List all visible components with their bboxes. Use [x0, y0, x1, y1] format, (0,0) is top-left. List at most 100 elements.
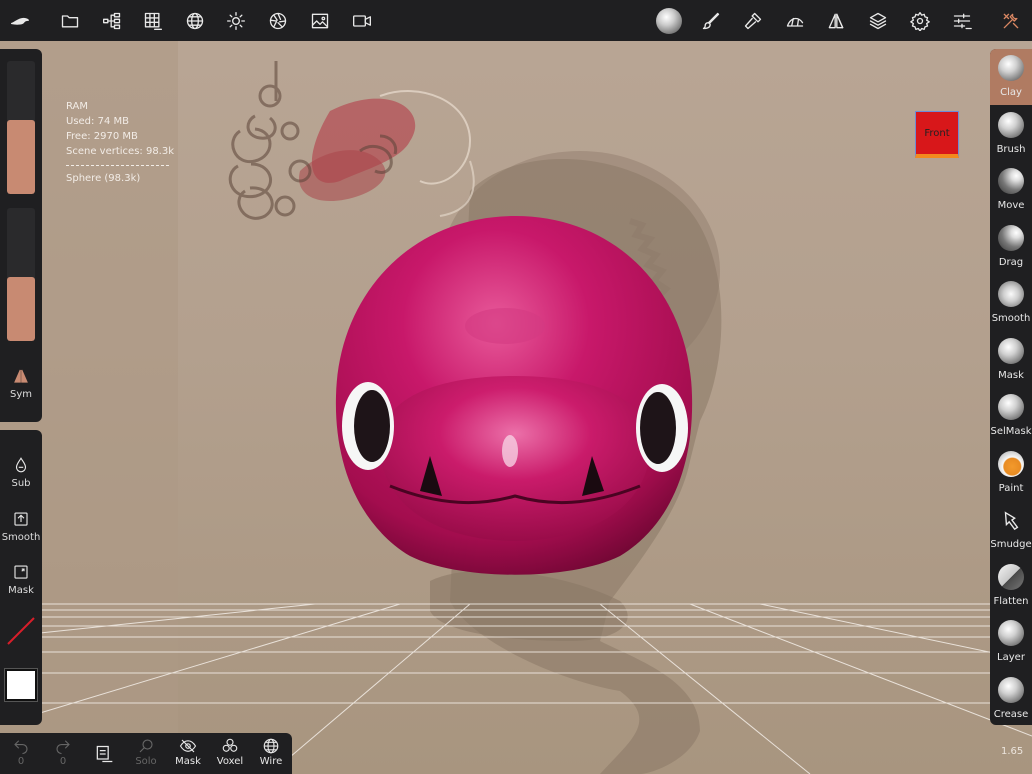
drop-icon — [15, 457, 27, 473]
stats-scene-vertices: Scene vertices: 98.3k — [66, 146, 175, 157]
video-record-icon[interactable] — [346, 5, 378, 37]
history-button[interactable] — [86, 742, 122, 767]
solo-magnifier-icon — [139, 739, 153, 753]
brush-label: SelMask — [990, 426, 1032, 437]
camera-aperture-icon[interactable] — [262, 5, 294, 37]
history-list-icon — [96, 745, 113, 763]
stats-title: RAM — [66, 101, 89, 112]
wireframe-button[interactable]: Wire — [253, 737, 289, 767]
wireframe-sphere-icon[interactable] — [179, 5, 211, 37]
left-tools-panel: Sub Smooth Mask — [0, 430, 42, 725]
brush-label: Drag — [998, 257, 1024, 268]
brush-layer[interactable]: Layer — [990, 614, 1032, 670]
crease-brush-icon — [998, 677, 1024, 703]
voxel-spheres-icon — [222, 738, 238, 752]
sym-label: Sym — [9, 389, 32, 400]
stats-divider — [66, 165, 169, 166]
mask-visibility-button[interactable]: Mask — [170, 737, 206, 767]
sliders-settings-icon[interactable] — [946, 5, 978, 37]
scene-tree-icon[interactable] — [96, 5, 128, 37]
redo-icon — [56, 740, 70, 755]
symmetry-triangle-icon — [14, 369, 28, 383]
smooth-shortcut[interactable]: Smooth — [0, 510, 42, 543]
stats-free-ram: Free: 2970 MB — [66, 131, 138, 142]
stats-object-name: Sphere (98.3k) — [66, 173, 141, 184]
intensity-slider[interactable] — [7, 208, 35, 341]
solo-button[interactable]: Solo — [128, 737, 164, 767]
smooth-box-icon — [14, 512, 28, 526]
voxel-label: Voxel — [216, 756, 244, 767]
paint-brush-icon — [998, 451, 1024, 477]
stroke-settings-icon[interactable] — [779, 5, 811, 37]
layers-icon[interactable] — [862, 5, 894, 37]
brush-label: Flatten — [993, 596, 1029, 607]
undo-icon — [14, 740, 28, 755]
app-logo-icon[interactable] — [4, 5, 36, 37]
tools-wrench-icon[interactable] — [995, 5, 1027, 37]
drag-brush-icon — [998, 225, 1024, 251]
layer-brush-icon — [998, 620, 1024, 646]
brush-panel: Clay Brush Move Drag Smooth Mask SelMask… — [990, 49, 1032, 725]
topology-grid-icon[interactable] — [137, 5, 169, 37]
brush-paint[interactable]: Paint — [990, 445, 1032, 501]
move-brush-icon — [998, 168, 1024, 194]
redo-button[interactable]: 0 — [45, 737, 81, 767]
files-icon[interactable] — [54, 5, 86, 37]
sym-toggle[interactable]: Sym — [0, 367, 42, 400]
brush-smooth[interactable]: Smooth — [990, 275, 1032, 331]
voxel-button[interactable]: Voxel — [212, 737, 248, 767]
background-image-icon[interactable] — [304, 5, 336, 37]
radius-slider[interactable] — [7, 61, 35, 194]
brush-label: Paint — [998, 483, 1024, 494]
brush-clay[interactable]: Clay — [990, 49, 1032, 105]
brush-label: Brush — [996, 144, 1026, 155]
brush-smudge[interactable]: Smudge — [990, 501, 1032, 557]
sub-label: Sub — [11, 478, 31, 489]
hammer-tools-icon[interactable] — [737, 5, 769, 37]
3d-viewport[interactable]: RAM Used: 74 MB Free: 2970 MB Scene vert… — [0, 41, 1032, 774]
brush-crease[interactable]: Crease — [990, 671, 1032, 727]
brush-label: Clay — [1000, 87, 1022, 98]
stats-used-ram: Used: 74 MB — [66, 116, 129, 127]
lighting-sun-icon[interactable] — [220, 5, 252, 37]
sculpt-model-sphere[interactable] — [320, 206, 710, 586]
settings-gear-icon[interactable] — [904, 5, 936, 37]
smooth-brush-icon — [998, 281, 1024, 307]
brush-mask[interactable]: Mask — [990, 332, 1032, 388]
bottom-toolbar: 0 0 Solo Mask Voxel Wire — [0, 733, 292, 774]
wireframe-label: Wire — [259, 756, 283, 767]
symmetry-icon[interactable] — [820, 5, 852, 37]
brush-label: Smooth — [991, 313, 1031, 324]
radius-slider-fill — [7, 119, 35, 194]
stats-overlay: RAM Used: 74 MB Free: 2970 MB Scene vert… — [66, 99, 174, 186]
color-swatch-white[interactable] — [4, 668, 38, 702]
top-toolbar — [0, 0, 1032, 41]
mask-box-icon — [14, 565, 28, 579]
solo-label: Solo — [135, 756, 157, 767]
brush-drag[interactable]: Drag — [990, 219, 1032, 275]
sub-toggle[interactable]: Sub — [0, 456, 42, 489]
redo-count: 0 — [59, 756, 67, 767]
brush-label: Layer — [997, 652, 1025, 663]
brush-selmask[interactable]: SelMask — [990, 388, 1032, 444]
smudge-finger-icon — [1004, 511, 1019, 531]
smooth-label: Smooth — [1, 532, 41, 543]
mask-shortcut[interactable]: Mask — [0, 563, 42, 596]
brush-standard[interactable]: Brush — [990, 106, 1032, 162]
brush-flatten[interactable]: Flatten — [990, 558, 1032, 614]
view-cube-label: Front — [924, 127, 950, 139]
version-label: 1.65 — [1001, 746, 1024, 757]
view-cube-front[interactable]: Front — [915, 111, 959, 158]
flatten-brush-icon — [998, 564, 1024, 590]
mask-visibility-label: Mask — [175, 756, 201, 767]
brush-label: Smudge — [990, 539, 1032, 550]
no-color-swatch[interactable] — [6, 616, 36, 646]
clay-brush-icon — [998, 55, 1024, 81]
painting-brush-icon[interactable] — [695, 5, 727, 37]
eye-hidden-icon — [179, 739, 197, 753]
brush-move[interactable]: Move — [990, 162, 1032, 218]
selmask-brush-icon — [998, 394, 1024, 420]
mask-brush-icon — [998, 338, 1024, 364]
material-ball-icon[interactable] — [653, 5, 685, 37]
undo-button[interactable]: 0 — [3, 737, 39, 767]
